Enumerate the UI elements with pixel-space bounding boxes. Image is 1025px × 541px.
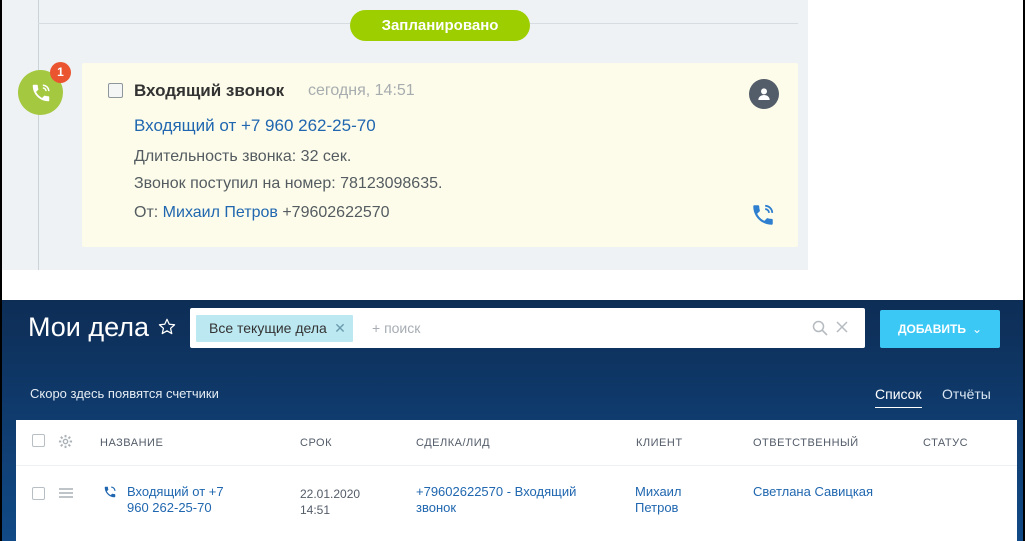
activity-name-line1: Входящий от +7 (127, 484, 224, 499)
planned-label: Запланировано (350, 10, 530, 41)
column-header-status[interactable]: СТАТУС (923, 437, 968, 449)
deal-link[interactable]: +79602622570 - Входящий звонок (416, 484, 576, 516)
call-card: Входящий звонок сегодня, 14:51 Входящий … (82, 63, 798, 247)
deadline-cell: 22.01.2020 14:51 (300, 486, 360, 518)
timeline-panel: Запланировано 1 Входящий звонок сегодня,… (2, 0, 808, 270)
complete-checkbox[interactable] (108, 83, 123, 98)
column-header-name[interactable]: НАЗВАНИЕ (100, 437, 163, 449)
call-link[interactable]: Входящий от +7 960 262-25-70 (134, 116, 376, 136)
add-button[interactable]: ДОБАВИТЬ ⌄ (880, 310, 1000, 348)
deadline-date: 22.01.2020 (300, 487, 361, 501)
gear-icon[interactable] (58, 434, 73, 449)
call-from: От: Михаил Петров +79602622570 (134, 204, 390, 222)
phone-icon[interactable] (750, 202, 776, 228)
card-title: Входящий звонок (134, 81, 285, 100)
tab-list[interactable]: Список (875, 386, 922, 408)
call-received-number: Звонок поступил на номер: 78123098635. (134, 175, 443, 192)
user-icon[interactable] (749, 79, 779, 109)
card-time: сегодня, 14:51 (308, 82, 415, 99)
column-header-deadline[interactable]: СРОК (300, 437, 332, 449)
grid-header: НАЗВАНИЕ СРОК СДЕЛКА/ЛИД КЛИЕНТ ОТВЕТСТВ… (16, 420, 1017, 466)
from-label: От: (134, 204, 159, 221)
column-header-responsible[interactable]: ОТВЕТСТВЕННЫЙ (753, 437, 859, 449)
activity-name-link[interactable]: Входящий от +7 960 262-25-70 (127, 484, 224, 516)
filter-search-box[interactable]: Все текущие дела ✕ + поиск (190, 308, 865, 348)
filter-chip[interactable]: Все текущие дела ✕ (196, 315, 353, 342)
client-line1: Михаил (635, 484, 682, 499)
select-all-checkbox[interactable] (32, 434, 45, 447)
filter-chip-label: Все текущие дела (209, 320, 327, 336)
chevron-down-icon: ⌄ (971, 322, 983, 336)
page-title: Мои дела (28, 312, 150, 342)
client-link[interactable]: Михаил Петров (635, 484, 682, 516)
column-header-client[interactable]: КЛИЕНТ (636, 437, 683, 449)
separator-gap (2, 270, 1023, 300)
menu-icon[interactable] (59, 488, 73, 498)
deal-line2: звонок (416, 500, 457, 515)
close-icon[interactable] (835, 320, 849, 334)
phone-icon (32, 83, 50, 101)
phone-icon (104, 486, 116, 498)
caller-phone: +79602622570 (282, 204, 390, 221)
caller-name-link[interactable]: Михаил Петров (163, 204, 278, 221)
tab-reports[interactable]: Отчёты (942, 386, 991, 402)
blank-area (808, 0, 1023, 270)
deadline-time: 14:51 (300, 503, 331, 517)
search-input[interactable]: + поиск (372, 320, 420, 336)
star-icon[interactable] (157, 317, 177, 337)
activities-grid: НАЗВАНИЕ СРОК СДЕЛКА/ЛИД КЛИЕНТ ОТВЕТСТВ… (16, 420, 1017, 541)
deal-line1: +79602622570 - Входящий (416, 484, 577, 499)
timeline-vertical-line (38, 0, 39, 270)
row-checkbox[interactable] (32, 487, 45, 500)
crm-activities-panel: Мои дела Все текущие дела ✕ + поиск ДОБА… (2, 300, 1023, 541)
counters-placeholder: Скоро здесь появятся счетчики (30, 386, 219, 401)
call-duration: Длительность звонка: 32 сек. (134, 148, 352, 165)
responsible-link[interactable]: Светлана Савицкая (753, 484, 873, 500)
column-header-deal[interactable]: СДЕЛКА/ЛИД (416, 437, 490, 449)
activity-name-line2: 960 262-25-70 (127, 500, 212, 515)
table-row: Входящий от +7 960 262-25-70 22.01.2020 … (16, 467, 1017, 541)
close-icon[interactable]: ✕ (334, 315, 346, 342)
notification-badge: 1 (50, 62, 71, 83)
client-line2: Петров (635, 500, 679, 515)
add-button-label: ДОБАВИТЬ (897, 322, 966, 336)
search-icon[interactable] (812, 320, 828, 336)
